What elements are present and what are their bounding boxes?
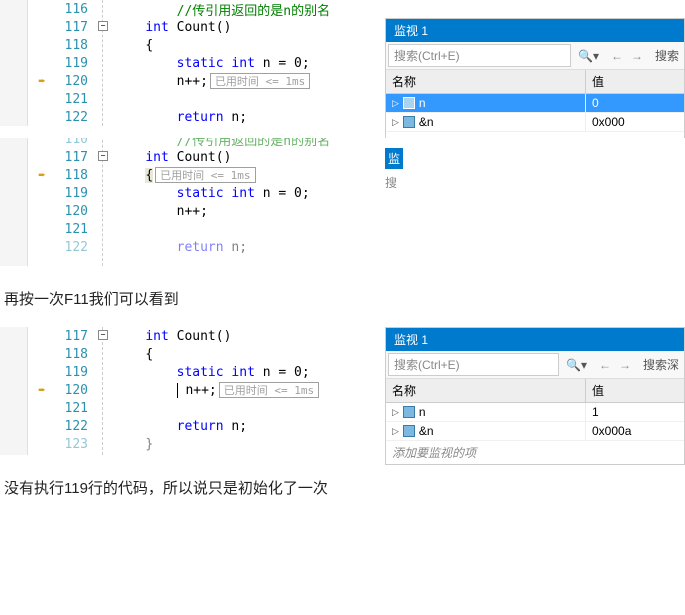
line-number: 119 [56, 363, 96, 381]
breakpoint-margin[interactable]: ➨ [28, 327, 56, 455]
watch-col-value-header[interactable]: 值 [586, 70, 684, 93]
current-line-arrow-icon: ➨ [38, 168, 45, 182]
watch-col-name-header[interactable]: 名称 [386, 70, 586, 93]
nav-forward-icon[interactable]: → [616, 358, 634, 372]
watch-header: 名称 值 [386, 70, 684, 94]
watch-header: 名称 值 [386, 379, 684, 403]
watch-title: 监视 1 [386, 19, 684, 42]
line-number: 122 [56, 238, 96, 256]
perf-tip[interactable]: 已用时间 <= 1ms [155, 167, 255, 183]
line-number: 122 [56, 417, 96, 435]
fold-margin[interactable]: − [96, 0, 114, 126]
comment-text: //传引用返回的是n的别名 [177, 0, 330, 19]
line-number: 117 [56, 148, 96, 166]
nav-back-icon[interactable]: ← [596, 358, 614, 372]
variable-icon [403, 116, 415, 128]
watch-row[interactable]: ▷n 0 [386, 94, 684, 113]
watch-add-placeholder[interactable]: 添加要监视的项 [386, 441, 684, 464]
watch-search-input[interactable]: 搜索(Ctrl+E) [388, 44, 571, 67]
watch-row[interactable]: ▷n 1 [386, 403, 684, 422]
line-number: 120 [56, 202, 96, 220]
code-line: static int n = 0; [114, 184, 685, 202]
explanation-text-1: 再按一次F11我们可以看到 [4, 288, 681, 309]
line-number: 120 [56, 72, 96, 90]
nav-forward-icon[interactable]: → [628, 49, 646, 63]
fold-margin[interactable]: − [96, 138, 114, 266]
watch-row[interactable]: ▷&n 0x000a [386, 422, 684, 441]
fold-toggle-icon[interactable]: − [98, 330, 108, 340]
expand-icon[interactable]: ▷ [392, 117, 399, 128]
code-editor-2: ➨ 110 117 118 119 120 121 122 − //传引用返回的… [0, 138, 685, 266]
current-line-arrow-icon: ➨ [38, 383, 45, 397]
line-number: 119 [56, 184, 96, 202]
search-icon[interactable]: 🔍▾ [561, 356, 592, 374]
watch-title: 监视 1 [386, 328, 684, 351]
line-number-margin: 117 118 119 120 121 122 123 [56, 327, 96, 455]
variable-icon [403, 97, 415, 109]
watch-panel-1: 监视 1 搜索(Ctrl+E) 🔍▾ ← → 搜索 名称 值 ▷n 0 ▷&n … [385, 18, 685, 156]
bookmark-margin [0, 0, 28, 126]
line-number: 121 [56, 220, 96, 238]
perf-tip[interactable]: 已用时间 <= 1ms [210, 73, 310, 89]
code-line [114, 220, 685, 238]
line-number-margin: 116 117 118 119 120 121 122 [56, 0, 96, 126]
line-number: 121 [56, 399, 96, 417]
current-line-arrow-icon: ➨ [38, 74, 45, 88]
line-number: 117 [56, 327, 96, 345]
search-depth-label: 搜索深 [638, 354, 684, 375]
line-number: 116 [56, 0, 96, 18]
line-number-margin: 110 117 118 119 120 121 122 [56, 138, 96, 266]
search-label-clip: 搜 [385, 174, 397, 191]
variable-icon [403, 425, 415, 437]
bookmark-margin [0, 138, 28, 266]
breakpoint-margin[interactable]: ➨ [28, 138, 56, 266]
line-number: 117 [56, 18, 96, 36]
line-number: 123 [56, 435, 96, 453]
fold-margin[interactable]: − [96, 327, 114, 455]
code-line: return n; [114, 238, 685, 256]
line-number: 119 [56, 54, 96, 72]
expand-icon[interactable]: ▷ [392, 98, 399, 109]
line-number: 120 [56, 381, 96, 399]
line-number: 121 [56, 90, 96, 108]
watch-col-name-header[interactable]: 名称 [386, 379, 586, 402]
line-number: 110 [56, 138, 96, 148]
fold-toggle-icon[interactable]: − [98, 151, 108, 161]
line-number: 122 [56, 108, 96, 126]
code-line: //传引用返回的是n的别名 [114, 138, 685, 148]
expand-icon[interactable]: ▷ [392, 407, 399, 418]
watch-title-clip: 监 [385, 148, 403, 169]
nav-back-icon[interactable]: ← [608, 49, 626, 63]
line-number: 118 [56, 345, 96, 363]
expand-icon[interactable]: ▷ [392, 426, 399, 437]
watch-search-input[interactable]: 搜索(Ctrl+E) [388, 353, 559, 376]
watch-col-value-header[interactable]: 值 [586, 379, 684, 402]
watch-panel-3: 监视 1 搜索(Ctrl+E) 🔍▾ ← → 搜索深 名称 值 ▷n 1 ▷&n… [385, 327, 685, 465]
line-number: 118 [56, 36, 96, 54]
perf-tip[interactable]: 已用时间 <= 1ms [219, 382, 319, 398]
code-line: n++; [114, 202, 685, 220]
fold-toggle-icon[interactable]: − [98, 21, 108, 31]
search-icon[interactable]: 🔍▾ [573, 47, 604, 65]
variable-icon [403, 406, 415, 418]
bookmark-margin [0, 327, 28, 455]
line-number: 118 [56, 166, 96, 184]
watch-row[interactable]: ▷&n 0x000 [386, 113, 684, 132]
search-depth-label: 搜索 [650, 45, 684, 66]
code-line: //传引用返回的是n的别名 [114, 0, 685, 18]
explanation-text-2: 没有执行119行的代码，所以说只是初始化了一次 [4, 477, 681, 498]
breakpoint-margin[interactable]: ➨ [28, 0, 56, 126]
